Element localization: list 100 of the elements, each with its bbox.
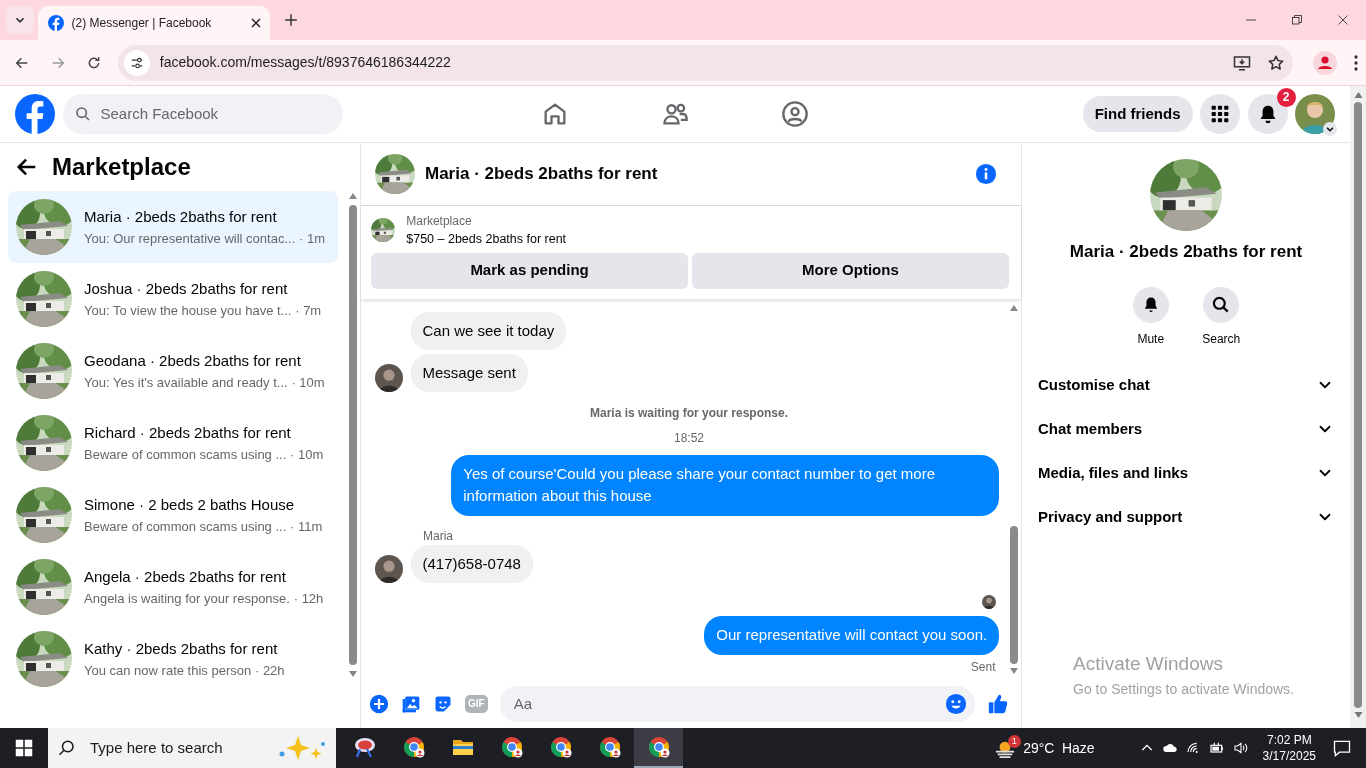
chrome-icon: [646, 735, 671, 759]
message-preview: You can now rate this person: [84, 661, 252, 680]
message-preview: You: Our representative will contac...: [84, 229, 296, 248]
find-friends-button[interactable]: Find friends: [1082, 96, 1193, 132]
browser-tab[interactable]: (2) Messenger | Facebook: [38, 6, 270, 40]
conversation-name: Simone · 2 beds 2 baths House: [84, 495, 296, 515]
info-icon[interactable]: [975, 163, 997, 185]
section-toggle[interactable]: Chat members: [1022, 407, 1350, 451]
back-arrow-icon[interactable]: [16, 156, 38, 178]
chat-action-button[interactable]: [1203, 286, 1240, 323]
message-preview: You: To view the house you have t...: [84, 301, 292, 320]
conversation-name: Geodana · 2beds 2baths for rent: [84, 351, 302, 371]
message-time: · 10m: [291, 373, 325, 392]
conversation-name: Richard · 2beds 2baths for rent: [84, 423, 292, 443]
scroll-up-icon[interactable]: [349, 193, 357, 199]
chrome-icon: [499, 735, 524, 759]
listing-label: Marketplace: [406, 213, 473, 230]
message-time: · 7m: [295, 301, 322, 320]
timestamp: 18:52: [674, 430, 704, 447]
emoji-icon[interactable]: [945, 693, 967, 715]
section-toggle[interactable]: Customise chat: [1022, 363, 1350, 407]
conversation-name: Maria · 2beds 2baths for rent: [84, 207, 278, 227]
conversation-item[interactable]: Joshua · 2beds 2baths for rent You: To view the house you have t... · 7m: [8, 263, 338, 335]
message-preview: Angela is waiting for your response.: [84, 589, 290, 608]
message-input[interactable]: Aa: [511, 691, 945, 717]
action-label: Mute: [1137, 331, 1165, 348]
conversation-item[interactable]: Kathy · 2beds 2baths for rent You can now rate this person · 22h: [8, 623, 338, 695]
message-time: · 12h: [293, 589, 324, 608]
scroll-down-icon[interactable]: [349, 671, 357, 677]
listing-title: $750 – 2beds 2baths for rent: [406, 231, 567, 248]
install-icon[interactable]: [1232, 53, 1251, 72]
temperature-text: 29°C: [1023, 738, 1055, 758]
facebook-logo-icon: [48, 15, 64, 31]
groups-icon[interactable]: [781, 100, 809, 128]
scrollbar-thumb[interactable]: [349, 205, 357, 665]
notification-count: 2: [1276, 88, 1296, 107]
new-tab-icon[interactable]: [284, 13, 298, 27]
facebook-logo-icon[interactable]: [15, 94, 55, 134]
scroll-down-icon[interactable]: [1353, 712, 1363, 718]
activation-message: Go to Settings to activate Windows.: [1073, 679, 1294, 699]
close-icon[interactable]: [250, 17, 262, 29]
notifications-button[interactable]: [1247, 94, 1288, 134]
more-icon[interactable]: [1352, 53, 1359, 72]
caret-icon[interactable]: [1323, 122, 1337, 136]
conversation-item[interactable]: Maria · 2beds 2baths for rent You: Our representative will contac... · 1m: [8, 191, 338, 263]
chrome-icon: [597, 735, 622, 759]
taskbar-search-box[interactable]: Type here to search: [48, 728, 336, 768]
conversation-item[interactable]: Geodana · 2beds 2baths for rent You: Yes it's available and ready t... · 10m: [8, 335, 338, 407]
section-toggle[interactable]: Media, files and links: [1022, 451, 1350, 495]
notification-icon[interactable]: [1332, 738, 1352, 758]
bookmark-star-icon[interactable]: [1266, 53, 1285, 72]
photo-icon[interactable]: [401, 694, 421, 714]
section-toggle[interactable]: Privacy and support: [1022, 495, 1350, 539]
menu-button[interactable]: [1200, 94, 1240, 134]
account-avatar[interactable]: [1295, 94, 1335, 134]
message-preview: Beware of common scams using ...: [84, 445, 287, 464]
search-icon: [58, 739, 76, 757]
conversation-item[interactable]: Richard · 2beds 2baths for rent Beware of common scams using ... · 10m: [8, 407, 338, 479]
scrollbar-thumb[interactable]: [1354, 102, 1362, 708]
weather-badge: 1: [1007, 735, 1021, 748]
profile-icon[interactable]: [1312, 50, 1337, 75]
sender-name: Maria: [423, 527, 453, 545]
search-icon: [75, 106, 91, 122]
scroll-up-icon[interactable]: [1353, 92, 1363, 98]
search-field[interactable]: Search Facebook: [98, 101, 331, 127]
message-time: · 22h: [254, 661, 285, 680]
speaker-icon[interactable]: [1232, 740, 1249, 756]
taskbar-search-field[interactable]: Type here to search: [88, 735, 258, 761]
chat-title: Maria · 2beds 2baths for rent: [425, 163, 658, 186]
search-box[interactable]: Search Facebook: [63, 94, 343, 134]
listing-action-button[interactable]: More Options: [691, 252, 1009, 289]
thumbs-up-icon[interactable]: [987, 693, 1009, 715]
contact-name: Maria · 2beds 2baths for rent: [1069, 240, 1303, 263]
close-icon[interactable]: [1337, 14, 1349, 26]
clock-time[interactable]: 7:02 PM: [1262, 732, 1316, 748]
conversation-item[interactable]: Simone · 2 beds 2 baths House Beware of common scams using ... · 11m: [8, 479, 338, 551]
message-box[interactable]: Aa: [499, 686, 975, 722]
scroll-down-icon[interactable]: [1010, 668, 1018, 674]
chat-action-button[interactable]: [1132, 286, 1169, 323]
scrollbar-thumb[interactable]: [1010, 526, 1018, 664]
taskbar-app[interactable]: [634, 728, 683, 768]
conversation-item[interactable]: Angela · 2beds 2baths for rent Angela is waiting for your response. · 12h: [8, 551, 338, 623]
windows-start-icon[interactable]: [15, 739, 33, 757]
seen-avatar: [981, 594, 996, 609]
message-bubble: Can we see it today: [410, 311, 567, 350]
activation-title: Activate Windows: [1073, 652, 1224, 676]
notice-text: Maria is waiting for your response.: [589, 404, 788, 422]
battery-icon[interactable]: [1209, 740, 1226, 756]
listing-action-button[interactable]: Mark as pending: [371, 252, 689, 289]
message-time: · 1m: [299, 229, 325, 248]
sticker-icon[interactable]: [433, 694, 453, 714]
add-icon[interactable]: [369, 694, 389, 714]
action-label: Search: [1202, 331, 1241, 348]
restore-icon[interactable]: [1291, 14, 1303, 26]
conversation-name: Joshua · 2beds 2baths for rent: [84, 279, 289, 299]
message-bubble: (417)658-0748: [410, 544, 533, 584]
scroll-up-icon[interactable]: [1010, 304, 1018, 311]
message-time: · 10m: [290, 445, 324, 464]
site-settings-icon[interactable]: [129, 55, 144, 70]
clock-date[interactable]: 3/17/2025: [1262, 748, 1316, 764]
